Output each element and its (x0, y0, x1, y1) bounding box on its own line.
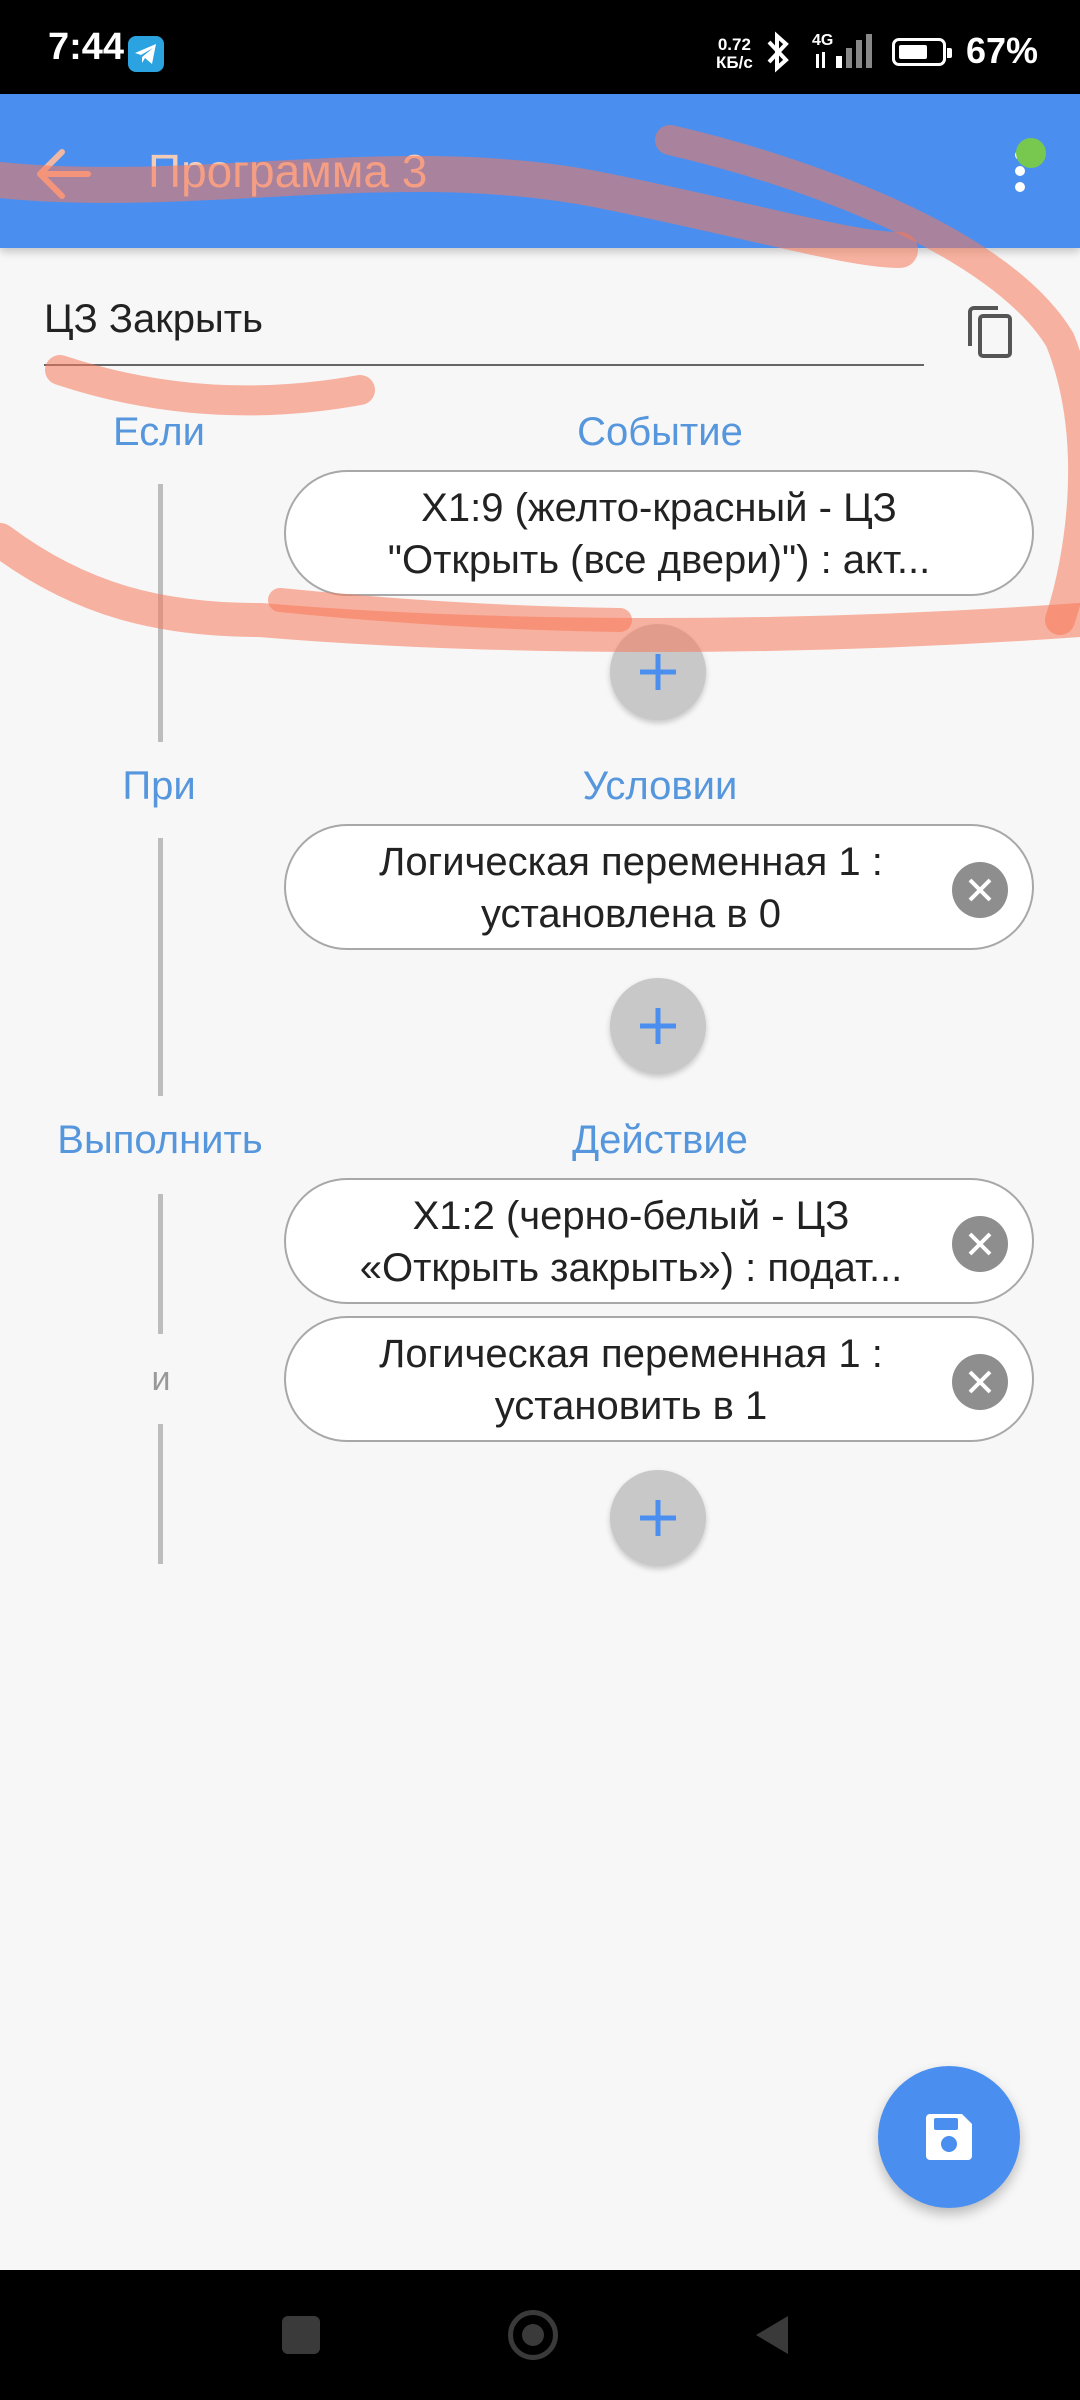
battery-fill (899, 45, 927, 59)
event-chip-line1: X1:9 (желто-красный - ЦЗ (421, 486, 897, 530)
action-chip[interactable]: Логическая переменная 1 : установить в 1 (284, 1316, 1034, 1442)
remove-action-button[interactable] (952, 1354, 1008, 1410)
event-header: Событие (577, 410, 743, 454)
action-chip[interactable]: X1:2 (черно-белый - ЦЗ «Открыть закрыть»… (284, 1178, 1034, 1304)
if-line (158, 484, 163, 742)
action-chip-line1: Логическая переменная 1 : (379, 1332, 883, 1376)
telegram-icon (128, 36, 164, 72)
network-speed-value: 0.72 (717, 35, 751, 54)
close-icon (968, 1232, 992, 1256)
save-icon (926, 2114, 972, 2160)
condition-chip[interactable]: Логическая переменная 1 : установлена в … (284, 824, 1034, 950)
remove-condition-button[interactable] (952, 862, 1008, 918)
battery-percent: 67% (966, 30, 1039, 71)
action-header: Действие (572, 1118, 748, 1162)
event-chip-line2: "Открыть (все двери)") : акт... (387, 538, 931, 582)
page-title: Программа 3 (148, 145, 428, 197)
if-label: Если (113, 410, 205, 454)
close-icon (968, 1370, 992, 1394)
close-icon (968, 878, 992, 902)
when-line (158, 838, 163, 1096)
add-action-button[interactable] (610, 1470, 706, 1566)
navigation-bar (0, 2270, 1080, 2400)
condition-header: Условии (582, 764, 738, 808)
event-chip[interactable]: X1:9 (желто-красный - ЦЗ "Открыть (все д… (284, 470, 1034, 596)
back-icon (756, 2316, 788, 2354)
remove-action-button[interactable] (952, 1216, 1008, 1272)
add-condition-button[interactable] (610, 978, 706, 1074)
status-bar: 7:44 0.72 КБ/с 4G 67% (0, 0, 1080, 94)
network-speed-unit: КБ/с (716, 53, 753, 72)
do-label: Выполнить (57, 1118, 263, 1162)
system-back-button[interactable] (752, 2312, 792, 2363)
battery-icon (892, 38, 952, 66)
status-dot (1016, 138, 1046, 168)
do-line (158, 1194, 163, 1334)
when-label: При (122, 764, 196, 808)
and-label: и (151, 1360, 171, 1398)
add-event-button[interactable] (610, 624, 706, 720)
app-bar: Программа 3 (0, 94, 1080, 248)
back-button[interactable] (28, 138, 100, 210)
do-line-lower (158, 1424, 163, 1564)
condition-chip-line1: Логическая переменная 1 : (379, 840, 883, 884)
copy-button[interactable] (966, 304, 1014, 360)
action-chip-line1: X1:2 (черно-белый - ЦЗ (412, 1194, 850, 1238)
network-speed: 0.72 КБ/с (716, 36, 753, 72)
action-chip-line2: установить в 1 (494, 1384, 768, 1428)
program-name-field[interactable]: ЦЗ Закрыть (44, 282, 924, 366)
plus-icon (640, 1500, 676, 1536)
plus-icon (640, 1008, 676, 1044)
plus-icon (640, 654, 676, 690)
condition-chip-line2: установлена в 0 (481, 892, 781, 936)
copy-icon (968, 306, 1012, 358)
home-button[interactable] (508, 2310, 558, 2360)
bluetooth-icon (764, 30, 792, 79)
save-button[interactable] (878, 2066, 1020, 2208)
action-chip-line2: «Открыть закрыть») : подат... (359, 1246, 903, 1290)
status-time: 7:44 (48, 26, 125, 68)
arrow-left-icon (37, 149, 91, 199)
recents-button[interactable] (282, 2316, 320, 2354)
